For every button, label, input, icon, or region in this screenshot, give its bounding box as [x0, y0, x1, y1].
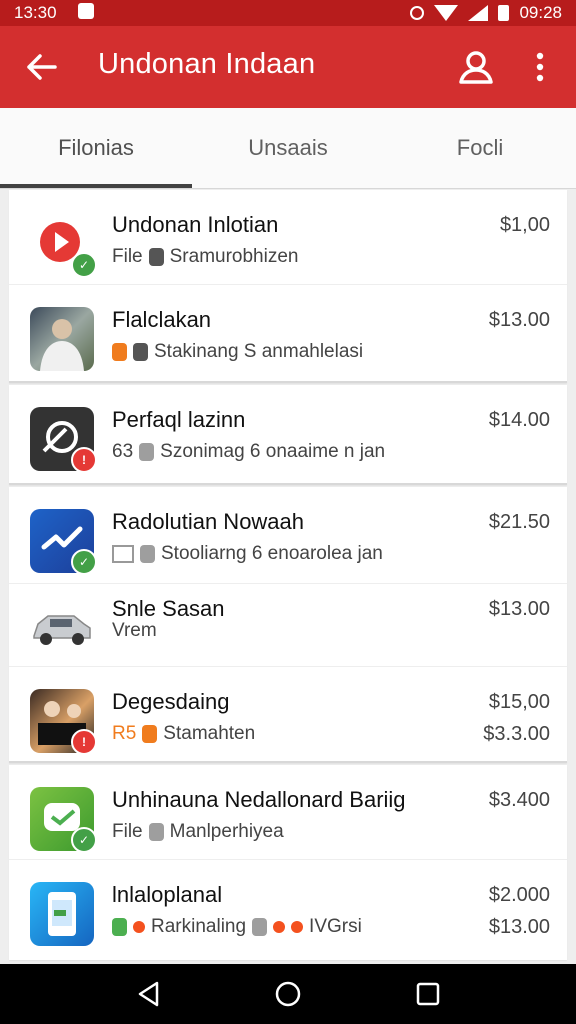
dot-icon — [273, 921, 286, 933]
alert-icon: ! — [71, 447, 97, 473]
list-item[interactable]: Flalclakan Stakinang S anmahlelasi $13.0… — [9, 284, 567, 381]
item-sub-prefix: File — [112, 246, 143, 267]
file-chip-icon — [252, 918, 268, 936]
more-vert-icon[interactable] — [526, 47, 554, 87]
status-dot-icon — [133, 921, 145, 933]
item-price: $14.00 — [488, 409, 550, 431]
item-price: $15,00 — [488, 691, 550, 713]
tab-focli[interactable]: Focli — [384, 108, 576, 188]
photo-thumbnail-icon — [30, 307, 94, 371]
list-item[interactable]: ! Perfaql lazinn 63 Szonimag 6 onaaime n… — [9, 385, 567, 483]
signal-icon — [468, 5, 489, 21]
item-sub-text: Sramurobhizen — [169, 246, 299, 267]
file-chip-icon — [133, 343, 148, 361]
item-sub-suffix: IVGrsi — [309, 916, 362, 937]
list-item[interactable]: Snle Sasan Vrem $13.00 — [9, 583, 567, 666]
item-name: Unhinauna Nedallonard Bariig — [112, 787, 406, 812]
file-chip-icon — [139, 443, 155, 461]
item-subtitle: File Sramurobhizen — [112, 246, 298, 268]
item-name: Flalclakan — [112, 307, 212, 332]
status-time-right: 09:28 — [519, 3, 562, 22]
item-price-secondary: $13.00 — [488, 916, 550, 938]
notification-icon — [78, 3, 94, 19]
item-sub-text: Stamahten — [163, 723, 256, 744]
dot-icon — [291, 921, 304, 933]
page-title: Undonan Indaan — [98, 48, 316, 80]
item-sub-text: Stooliarng 6 enoarolea jan — [161, 543, 383, 564]
item-sub-text: Szonimag 6 onaaime n jan — [160, 441, 386, 462]
tab-bar: Filonias Unsaais Focli — [0, 108, 576, 189]
item-subtitle: Stakinang S anmahlelasi — [112, 341, 363, 363]
item-subtitle: Vrem — [112, 620, 157, 642]
item-subtitle: Stooliarng 6 enoarolea jan — [112, 543, 383, 565]
item-subtitle: 63 Szonimag 6 onaaime n jan — [112, 441, 385, 463]
car-icon — [30, 596, 94, 660]
list-item[interactable]: ✓ Unhinauna Nedallonard Bariig File Manl… — [9, 765, 567, 859]
item-price: $21.50 — [488, 511, 550, 533]
file-chip-icon — [140, 545, 155, 563]
item-subtitle: File Manlperhiyea — [112, 821, 284, 843]
item-price-secondary: $3.3.00 — [483, 723, 550, 745]
list-card: ✓ Radolutian Nowaah Stooliarng 6 enoarol… — [9, 487, 567, 763]
status-icons: 09:28 — [410, 3, 562, 23]
item-subtitle: Rarkinaling IVGrsi — [112, 916, 362, 938]
item-sub-prefix: R5 — [112, 723, 137, 744]
list-item[interactable]: ! Degesdaing R5 Stamahten $15,00 $3.3.00 — [9, 666, 567, 761]
item-price: $13.00 — [488, 309, 550, 331]
file-chip-icon — [148, 248, 164, 266]
list-card: ✓ Undonan Inlotian File Sramurobhizen $1… — [9, 190, 567, 383]
status-bar: 13:30 09:28 — [0, 0, 576, 26]
item-name: Snle Sasan — [112, 596, 225, 621]
alert-icon: ! — [71, 729, 97, 755]
item-name: Radolutian Nowaah — [112, 509, 305, 534]
account-icon[interactable] — [456, 47, 496, 87]
item-price: $13.00 — [488, 598, 550, 620]
item-sub-prefix: File — [112, 821, 143, 842]
tab-unsaais[interactable]: Unsaais — [192, 108, 384, 188]
list-item[interactable]: ✓ Radolutian Nowaah Stooliarng 6 enoarol… — [9, 487, 567, 583]
shield-icon — [112, 343, 127, 361]
list-card: ! Perfaql lazinn 63 Szonimag 6 onaaime n… — [9, 385, 567, 485]
app-bar: Undonan Indaan — [0, 26, 576, 108]
window-icon — [112, 545, 134, 563]
item-sub-text: Vrem — [112, 620, 157, 641]
home-nav-icon[interactable] — [270, 976, 306, 1012]
system-nav-bar — [0, 964, 576, 1024]
item-sub-text: Rarkinaling — [151, 916, 247, 937]
item-price: $1,00 — [499, 214, 550, 236]
item-name: Undonan Inlotian — [112, 212, 279, 237]
phone-app-icon — [30, 882, 94, 946]
item-name: lnlaloplanal — [112, 882, 223, 907]
check-icon: ✓ — [71, 827, 97, 853]
item-sub-prefix: 63 — [112, 441, 134, 462]
file-chip-icon — [142, 725, 158, 743]
item-name: Degesdaing — [112, 689, 230, 714]
list-card: ✓ Unhinauna Nedallonard Bariig File Manl… — [9, 765, 567, 960]
tab-filonias[interactable]: Filonias — [0, 108, 192, 188]
item-sub-text: Manlperhiyea — [169, 821, 284, 842]
file-chip-icon — [148, 823, 164, 841]
back-arrow-icon[interactable] — [22, 47, 62, 87]
check-icon: ✓ — [71, 252, 97, 278]
check-icon: ✓ — [71, 549, 97, 575]
battery-icon — [498, 5, 510, 21]
wifi-icon — [434, 5, 459, 21]
list-item[interactable]: ✓ Undonan Inlotian File Sramurobhizen $1… — [9, 190, 567, 284]
back-nav-icon[interactable] — [131, 976, 167, 1012]
recents-nav-icon[interactable] — [410, 976, 446, 1012]
item-subtitle: R5 Stamahten — [112, 723, 255, 745]
item-sub-text: Stakinang S anmahlelasi — [154, 341, 364, 362]
item-name: Perfaql lazinn — [112, 407, 246, 432]
app-list: ✓ Undonan Inlotian File Sramurobhizen $1… — [9, 190, 567, 960]
item-price: $2.000 — [488, 884, 550, 906]
item-price: $3.400 — [488, 789, 550, 811]
list-item[interactable]: lnlaloplanal Rarkinaling IVGrsi $2.000 $… — [9, 859, 567, 960]
chat-chip-icon — [112, 918, 127, 936]
status-time-left: 13:30 — [14, 3, 57, 22]
alarm-icon — [410, 6, 425, 20]
